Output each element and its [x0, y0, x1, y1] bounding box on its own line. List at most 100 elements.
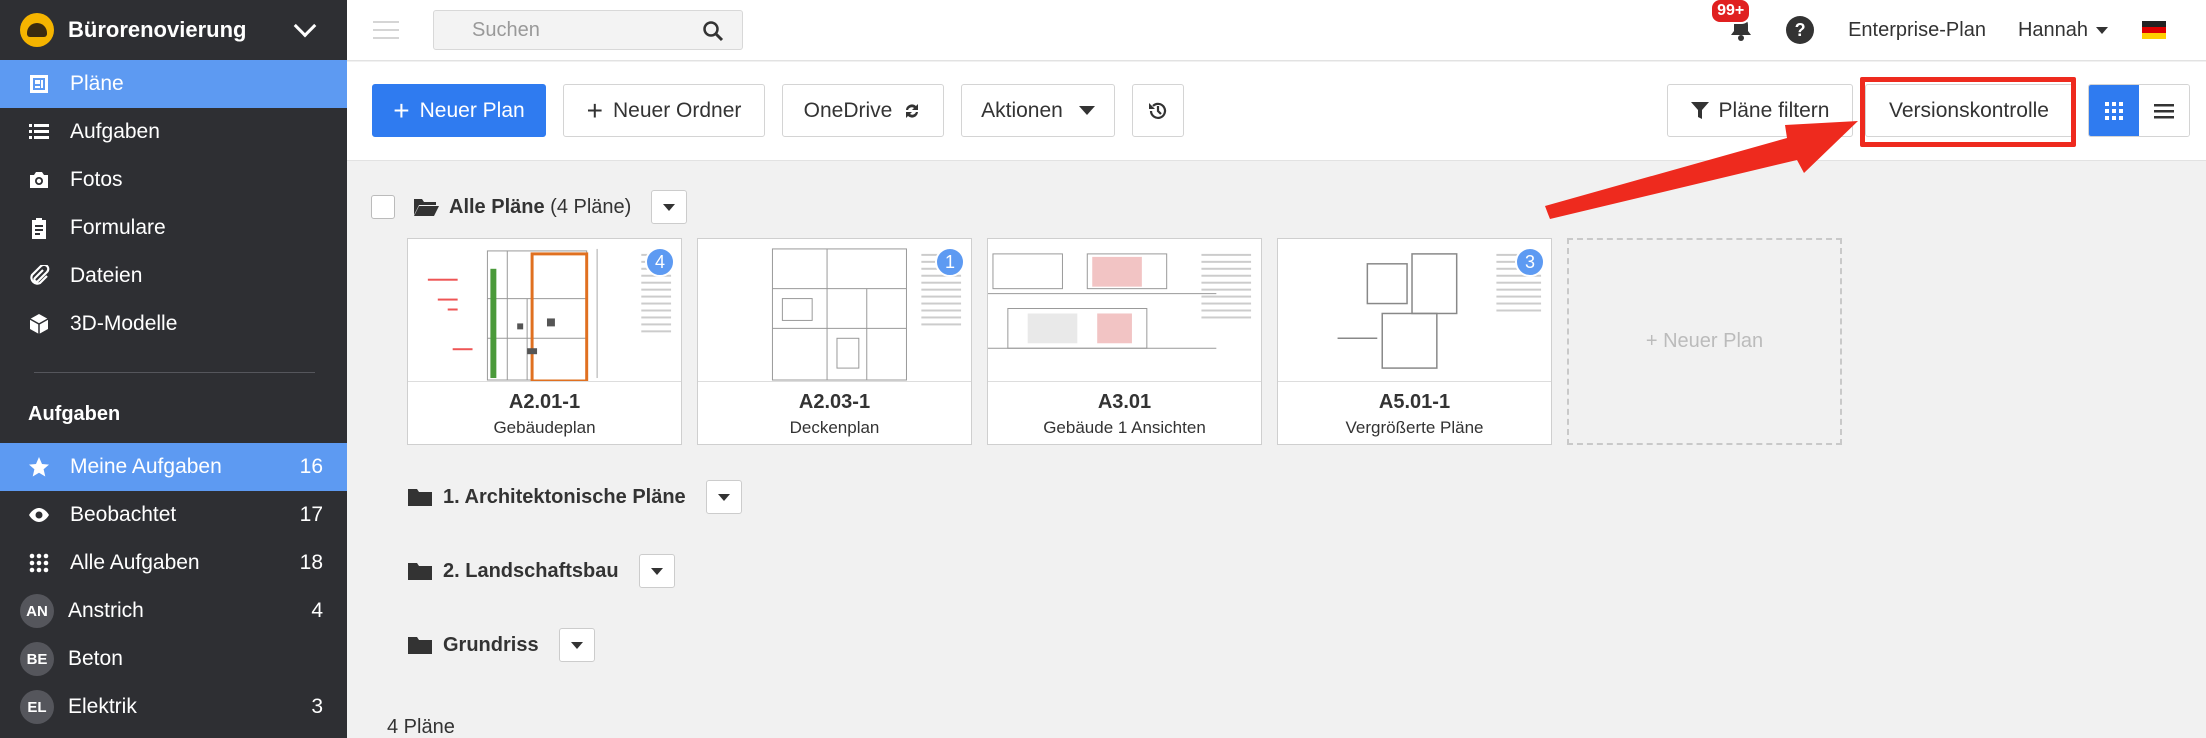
all-plans-dropdown[interactable]	[651, 190, 688, 224]
folder-row[interactable]: 2. Landschaftsbau	[407, 554, 675, 588]
plans-area: Alle Pläne (4 Pläne) 4 A2.01-1 Gebäudepl…	[347, 162, 2206, 738]
enterprise-plan-link[interactable]: Enterprise-Plan	[1848, 19, 1986, 42]
history-button[interactable]	[1132, 84, 1184, 137]
folder-dropdown[interactable]	[705, 480, 742, 514]
folder-dropdown[interactable]	[638, 554, 675, 588]
sidebar-item-all-tasks[interactable]: Alle Aufgaben 18	[0, 539, 347, 587]
caret-down-icon	[650, 567, 663, 575]
sidebar-item-anstrich[interactable]: AN Anstrich 4	[0, 587, 347, 635]
clipboard-icon	[28, 217, 50, 239]
project-switcher[interactable]: Bürorenovierung	[0, 0, 347, 60]
plan-card[interactable]: 1 A2.03-1 Deckenplan	[697, 238, 972, 445]
camera-icon	[28, 169, 50, 191]
sidebar-item-label: Anstrich	[68, 599, 144, 622]
sidebar-item-watched[interactable]: Beobachtet 17	[0, 491, 347, 539]
filter-plans-button[interactable]: Pläne filtern	[1667, 84, 1853, 137]
cube-icon	[28, 313, 50, 335]
plan-cards: 4 A2.01-1 Gebäudeplan 1 A2.03-1 Deckenpl…	[407, 238, 1842, 445]
top-bar: Suchen 99+ ? Enterprise-Plan Hannah	[347, 0, 2206, 61]
sidebar-item-label: Alle Aufgaben	[70, 551, 200, 574]
sidebar-item-files[interactable]: Dateien	[0, 252, 347, 300]
plan-card[interactable]: A3.01 Gebäude 1 Ansichten	[987, 238, 1262, 445]
list-view-icon	[2154, 103, 2174, 118]
plan-subtitle: Gebäude 1 Ansichten	[1043, 418, 1206, 437]
new-plan-card[interactable]: + Neuer Plan	[1567, 238, 1842, 445]
plan-thumbnail: 3	[1278, 239, 1551, 382]
folder-row[interactable]: Grundriss	[407, 628, 595, 662]
notifications-button[interactable]: 99+	[1710, 0, 1756, 44]
caret-down-icon	[570, 641, 583, 649]
sync-icon	[906, 103, 919, 118]
sidebar-item-label: Meine Aufgaben	[70, 455, 222, 478]
version-count-badge: 4	[645, 247, 675, 277]
sidebar-item-label: Fotos	[70, 168, 123, 191]
list-view-button[interactable]	[2139, 85, 2189, 136]
german-flag-icon[interactable]	[2142, 21, 2166, 39]
plan-name: A5.01-1	[1378, 391, 1451, 413]
project-name: Bürorenovierung	[68, 17, 247, 42]
plan-name: A3.01	[1097, 391, 1152, 413]
plans-icon	[28, 73, 50, 95]
sidebar-item-forms[interactable]: Formulare	[0, 204, 347, 252]
plan-card[interactable]: 4 A2.01-1 Gebäudeplan	[407, 238, 682, 445]
select-all-checkbox[interactable]	[371, 195, 395, 219]
grid-view-button[interactable]	[2089, 85, 2139, 136]
sidebar-item-label: Beton	[68, 647, 123, 670]
version-control-highlight	[1860, 77, 2076, 147]
hardhat-logo-icon	[20, 13, 54, 47]
sidebar-item-elektrik[interactable]: EL Elektrik 3	[0, 683, 347, 731]
sidebar-item-photos[interactable]: Fotos	[0, 156, 347, 204]
new-folder-label: Neuer Ordner	[612, 98, 742, 122]
plan-subtitle: Vergrößerte Pläne	[1345, 418, 1484, 437]
chevron-down-icon[interactable]	[293, 14, 317, 38]
task-count: 16	[299, 455, 323, 478]
actions-label: Aktionen	[981, 98, 1063, 122]
all-plans-row: Alle Pläne (4 Pläne)	[371, 190, 688, 224]
eye-icon	[28, 504, 50, 526]
sidebar-item-3d-models[interactable]: 3D-Modelle	[0, 300, 347, 348]
plus-icon: +	[393, 94, 410, 126]
folder-icon	[408, 489, 432, 506]
sidebar-item-beton[interactable]: BE Beton	[0, 635, 347, 683]
new-plan-button[interactable]: + Neuer Plan	[372, 84, 546, 137]
search-placeholder: Suchen	[472, 18, 540, 41]
sidebar-item-my-tasks[interactable]: Meine Aufgaben 16	[0, 443, 347, 491]
plan-subtitle: Deckenplan	[789, 418, 880, 437]
plan-name: A2.01-1	[508, 391, 581, 413]
folder-row[interactable]: 1. Architektonische Pläne	[407, 480, 742, 514]
plans-count-footer: 4 Pläne	[387, 716, 455, 738]
task-count: 17	[299, 503, 323, 526]
star-icon	[28, 456, 50, 478]
sidebar: Bürorenovierung Pläne Aufgaben Fotos For…	[0, 0, 347, 738]
hamburger-menu-icon[interactable]	[373, 15, 399, 45]
folder-icon	[408, 563, 432, 580]
all-plans-count: (4 Pläne)	[550, 195, 632, 218]
folder-icon	[408, 637, 432, 654]
onedrive-button[interactable]: OneDrive	[782, 84, 944, 137]
sidebar-item-plans[interactable]: Pläne	[0, 60, 347, 108]
plan-thumbnail: 1	[698, 239, 971, 382]
plan-card[interactable]: 3 A5.01-1 Vergrößerte Pläne	[1277, 238, 1552, 445]
sidebar-item-label: Elektrik	[68, 695, 137, 718]
sidebar-item-label: Aufgaben	[70, 120, 160, 143]
search-input[interactable]: Suchen	[433, 10, 743, 50]
folder-dropdown[interactable]	[558, 628, 595, 662]
plan-name: A2.03-1	[798, 391, 871, 413]
caret-down-icon	[2096, 26, 2108, 34]
folder-name: 2. Landschaftsbau	[443, 559, 619, 582]
caret-down-icon	[663, 203, 676, 211]
actions-dropdown[interactable]: Aktionen	[961, 84, 1115, 137]
version-count-badge: 1	[935, 247, 965, 277]
grid-icon	[28, 552, 50, 574]
plan-thumbnail: 4	[408, 239, 681, 382]
filter-label: Pläne filtern	[1718, 98, 1830, 122]
user-name: Hannah	[2017, 18, 2088, 41]
search-icon[interactable]	[702, 20, 724, 42]
sidebar-item-tasks[interactable]: Aufgaben	[0, 108, 347, 156]
user-menu[interactable]: Hannah	[2018, 19, 2108, 42]
folder-name: Grundriss	[443, 633, 539, 656]
help-icon[interactable]: ?	[1786, 16, 1815, 44]
tasks-heading: Aufgaben	[28, 402, 121, 425]
filter-icon	[1690, 101, 1709, 119]
new-folder-button[interactable]: + Neuer Ordner	[563, 84, 765, 137]
